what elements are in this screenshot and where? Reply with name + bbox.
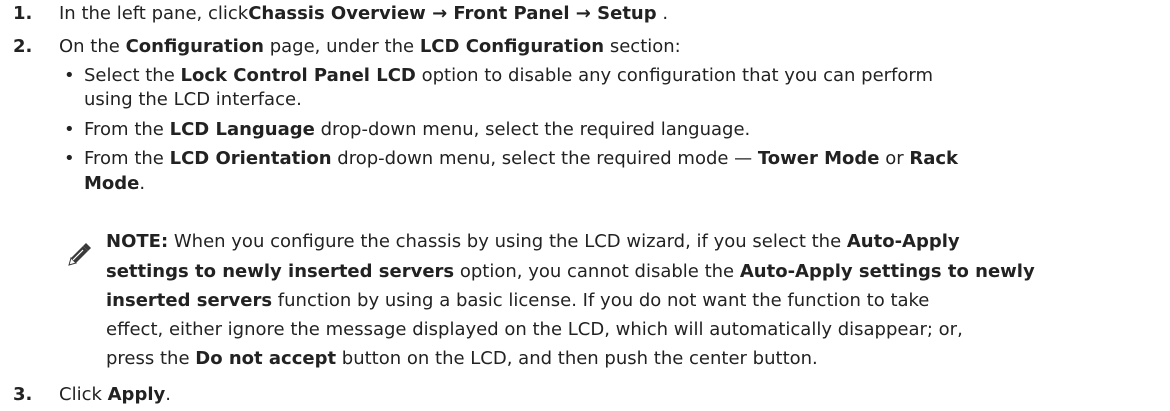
note-line-4-text: effect, either ignore the message displa…: [106, 319, 963, 340]
lcd-language-menu-name: LCD Language: [169, 119, 315, 140]
tower-mode-option: Tower Mode: [757, 148, 880, 169]
procedure-document: 1. In the left pane, clickChassis Overvi…: [0, 0, 1170, 411]
configuration-page-name: Configuration: [125, 36, 264, 57]
apply-button-name: Apply: [107, 384, 166, 405]
bullet-3-text-h: .: [139, 173, 146, 194]
lock-control-panel-option: Lock Control Panel LCD: [180, 65, 416, 86]
note-label: NOTE:: [106, 231, 169, 252]
note-line-3-text: function by using a basic license. If yo…: [272, 290, 930, 311]
bullet-text: Mode.: [84, 170, 145, 198]
note-line-1-text: When you configure the chassis by using …: [168, 231, 847, 252]
auto-apply-term: Auto-Apply: [846, 231, 960, 252]
note-line-5: press the Do not accept button on the LC…: [106, 345, 818, 373]
bullet-2-text-c: drop-down menu, select the required lang…: [314, 119, 751, 140]
lcd-orientation-menu-name: LCD Orientation: [169, 148, 332, 169]
pencil-note-icon: [67, 243, 91, 267]
step-2-text-c: section:: [604, 36, 681, 57]
step-1-text-a: In the left pane, click: [59, 3, 249, 24]
bullet-marker: •: [64, 119, 75, 140]
step-1-text-b: .: [656, 3, 669, 24]
note-line-5-text-c: button on the LCD, and then push the cen…: [336, 348, 818, 369]
step-number: 1.: [13, 3, 33, 24]
do-not-accept-button-name: Do not accept: [195, 348, 337, 369]
step-2-text-a: On the: [59, 36, 126, 57]
step-2-text-b: page, under the: [263, 36, 420, 57]
note-line-1: NOTE: When you configure the chassis by …: [106, 228, 960, 256]
bullet-3-text-a: From the: [84, 148, 170, 169]
auto-apply-term-cont: settings to newly inserted servers: [106, 261, 455, 282]
bullet-3-text-c: drop-down menu, select the required mode…: [331, 148, 758, 169]
note-line-2: settings to newly inserted servers optio…: [106, 258, 1035, 286]
lcd-configuration-section-name: LCD Configuration: [419, 36, 605, 57]
step-number: 2.: [13, 36, 33, 57]
bullet-3-text-e: or: [879, 148, 910, 169]
note-line-5-text-a: press the: [106, 348, 196, 369]
bullet-marker: •: [64, 148, 75, 169]
step-3-text-b: .: [165, 384, 171, 405]
bullet-marker: •: [64, 65, 75, 86]
auto-apply-function-term: Auto-Apply settings to newly: [739, 261, 1035, 282]
note-line-4: effect, either ignore the message displa…: [106, 316, 963, 344]
bullet-1-text-a: Select the: [84, 65, 181, 86]
step-number: 3.: [13, 384, 33, 405]
bullet-text: From the LCD Orientation drop-down menu,…: [84, 145, 958, 173]
note-line-2-text: option, you cannot disable the: [454, 261, 740, 282]
auto-apply-function-term-cont: inserted servers: [106, 290, 273, 311]
bullet-text: From the LCD Language drop-down menu, se…: [84, 116, 750, 144]
step-3-text-a: Click: [59, 384, 108, 405]
step-text: Click Apply.: [59, 381, 171, 409]
rack-mode-option: Rack: [909, 148, 959, 169]
bullet-2-text-a: From the: [84, 119, 170, 140]
bullet-1-text-c: option to disable any configuration that…: [415, 65, 934, 86]
bullet-text: using the LCD interface.: [84, 89, 302, 110]
step-text: On the Configuration page, under the LCD…: [59, 33, 681, 61]
note-line-3: inserted servers function by using a bas…: [106, 287, 929, 315]
rack-mode-option-cont: Mode: [84, 173, 140, 194]
step-text: In the left pane, clickChassis Overview …: [59, 0, 668, 28]
menu-path: Chassis Overview → Front Panel → Setup: [248, 3, 657, 24]
